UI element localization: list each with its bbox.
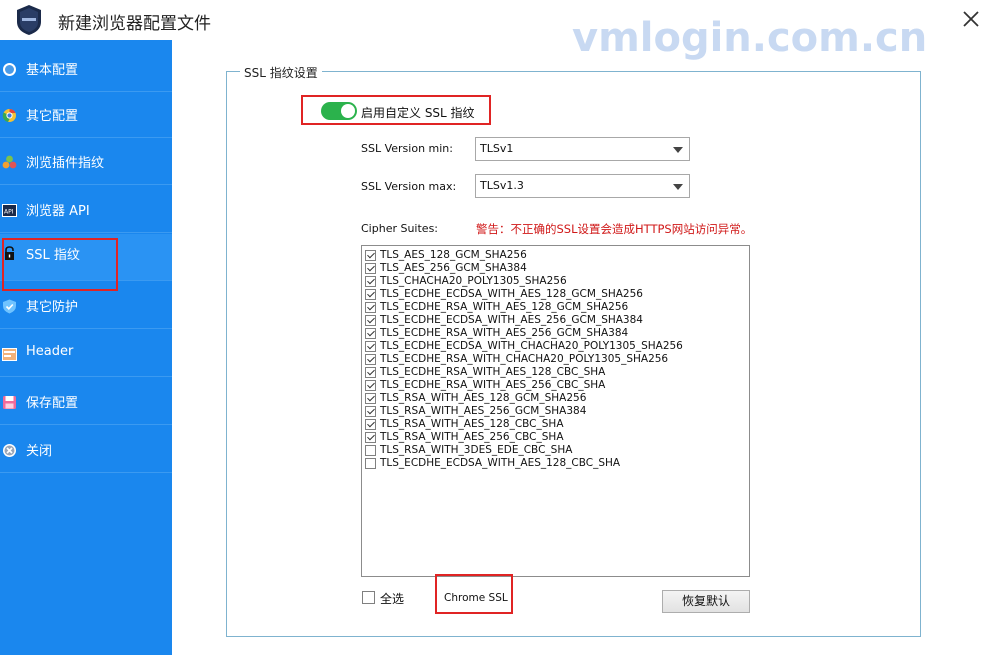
cipher-suite-label: TLS_ECDHE_RSA_WITH_CHACHA20_POLY1305_SHA… <box>380 353 669 365</box>
sidebar-item-label: 浏览器 API <box>26 204 90 219</box>
sidebar-item-label: 保存配置 <box>26 396 79 411</box>
app-logo-icon <box>17 5 41 35</box>
save-icon <box>3 396 16 409</box>
cipher-suite-label: TLS_RSA_WITH_AES_128_CBC_SHA <box>380 418 564 430</box>
cipher-suite-checkbox[interactable] <box>365 328 376 339</box>
cipher-suites-list[interactable]: TLS_AES_128_GCM_SHA256 TLS_AES_256_GCM_SH… <box>361 245 750 577</box>
window-title: 新建浏览器配置文件 <box>58 14 211 34</box>
cipher-suite-label: TLS_RSA_WITH_3DES_EDE_CBC_SHA <box>380 444 573 456</box>
cipher-suite-checkbox[interactable] <box>365 315 376 326</box>
cipher-suite-checkbox[interactable] <box>365 341 376 352</box>
cipher-suite-checkbox[interactable] <box>365 406 376 417</box>
cipher-suite-label: TLS_AES_128_GCM_SHA256 <box>380 249 527 261</box>
watermark: vmlogin.com.cn <box>572 15 928 61</box>
cipher-suite-label: TLS_ECDHE_RSA_WITH_AES_128_GCM_SHA256 <box>380 301 629 313</box>
cipher-suite-checkbox[interactable] <box>365 354 376 365</box>
sidebar-item-browser-api[interactable]: API 浏览器 API <box>0 186 172 233</box>
custom-ssl-toggle-label: 启用自定义 SSL 指纹 <box>361 106 475 120</box>
cipher-suite-checkbox[interactable] <box>365 445 376 456</box>
sidebar-item-label: 浏览插件指纹 <box>26 156 105 171</box>
cipher-suite-label: TLS_RSA_WITH_AES_256_GCM_SHA384 <box>380 405 587 417</box>
restore-default-button[interactable]: 恢复默认 <box>662 590 750 613</box>
cipher-suite-checkbox[interactable] <box>365 393 376 404</box>
sidebar-item-label: 其它防护 <box>26 300 79 315</box>
cipher-suite-checkbox[interactable] <box>365 302 376 313</box>
cipher-suite-checkbox[interactable] <box>365 380 376 391</box>
chrome-icon <box>2 109 16 122</box>
cipher-suite-checkbox[interactable] <box>365 276 376 287</box>
cipher-suite-checkbox[interactable] <box>365 458 376 469</box>
ssl-warning-text: 警告：不正确的SSL设置会造成HTTPS网站访问异常。 <box>476 222 753 236</box>
cipher-suite-checkbox[interactable] <box>365 263 376 274</box>
close-circle-icon <box>3 444 16 457</box>
close-window-button[interactable] <box>958 4 984 32</box>
cipher-suite-label: TLS_CHACHA20_POLY1305_SHA256 <box>380 275 567 287</box>
cipher-suite-label: TLS_RSA_WITH_AES_256_CBC_SHA <box>380 431 564 443</box>
sidebar-item-label: 其它配置 <box>26 109 79 124</box>
cipher-suite-checkbox[interactable] <box>365 289 376 300</box>
toggle-knob <box>341 104 355 118</box>
chrome-ssl-button[interactable]: Chrome SSL <box>435 574 513 614</box>
cipher-suite-checkbox[interactable] <box>365 367 376 378</box>
sidebar-item-label: 基本配置 <box>26 63 79 78</box>
header-icon <box>2 348 17 361</box>
cipher-suite-label: TLS_ECDHE_ECDSA_WITH_AES_128_CBC_SHA <box>380 457 621 469</box>
cipher-suite-label: TLS_ECDHE_RSA_WITH_AES_256_GCM_SHA384 <box>380 327 629 339</box>
cipher-suite-label: TLS_AES_256_GCM_SHA384 <box>380 262 527 274</box>
cipher-suite-label: TLS_ECDHE_RSA_WITH_AES_256_CBC_SHA <box>380 379 606 391</box>
cipher-suite-label: TLS_ECDHE_ECDSA_WITH_AES_256_GCM_SHA384 <box>380 314 643 326</box>
highlight-box-sidebar <box>2 238 118 291</box>
cipher-suite-checkbox[interactable] <box>365 432 376 443</box>
shield-icon <box>3 299 16 314</box>
cipher-suite-checkbox[interactable] <box>365 250 376 261</box>
chrome-ssl-label: Chrome SSL <box>444 592 508 604</box>
cipher-suite-label: TLS_ECDHE_RSA_WITH_AES_128_CBC_SHA <box>380 366 606 378</box>
ssl-settings-group-title: SSL 指纹设置 <box>240 64 322 81</box>
chevron-down-icon <box>673 184 683 190</box>
cipher-suite-label: TLS_ECDHE_ECDSA_WITH_CHACHA20_POLY1305_S… <box>380 340 683 352</box>
plugin-icon <box>2 155 17 169</box>
cipher-suite-checkbox[interactable] <box>365 419 376 430</box>
ssl-version-max-value: TLSv1.3 <box>480 179 524 192</box>
chevron-down-icon <box>673 147 683 153</box>
ssl-version-min-label: SSL Version min: <box>361 142 453 155</box>
cipher-suites-label: Cipher Suites: <box>361 222 439 235</box>
select-all-box <box>362 591 375 604</box>
cipher-suite-label: TLS_RSA_WITH_AES_128_GCM_SHA256 <box>380 392 587 404</box>
ssl-version-max-label: SSL Version max: <box>361 180 457 193</box>
sidebar-item-other-config[interactable]: 其它配置 <box>0 91 172 138</box>
select-all-label: 全选 <box>380 592 405 606</box>
sidebar: 基本配置 其它配置 浏览插件指纹 API 浏览器 API SSL 指纹 其它防护… <box>0 40 172 655</box>
ssl-version-max-select[interactable]: TLSv1.3 <box>475 174 690 198</box>
compass-icon <box>3 63 16 76</box>
sidebar-item-basic-config[interactable]: 基本配置 <box>0 45 172 92</box>
svg-text:API: API <box>4 209 14 216</box>
sidebar-item-label: Header <box>26 344 74 359</box>
sidebar-item-header[interactable]: Header <box>0 330 172 377</box>
sidebar-item-close[interactable]: 关闭 <box>0 426 172 473</box>
title-bar: 新建浏览器配置文件 vmlogin.com.cn <box>0 0 986 58</box>
ssl-version-min-select[interactable]: TLSv1 <box>475 137 690 161</box>
sidebar-item-plugin-fingerprint[interactable]: 浏览插件指纹 <box>0 138 172 185</box>
ssl-version-min-value: TLSv1 <box>480 142 514 155</box>
cipher-suite-label: TLS_ECDHE_ECDSA_WITH_AES_128_GCM_SHA256 <box>380 288 643 300</box>
sidebar-item-save-config[interactable]: 保存配置 <box>0 378 172 425</box>
custom-ssl-toggle[interactable] <box>321 102 357 120</box>
api-icon: API <box>2 204 17 217</box>
sidebar-item-label: 关闭 <box>26 444 53 459</box>
